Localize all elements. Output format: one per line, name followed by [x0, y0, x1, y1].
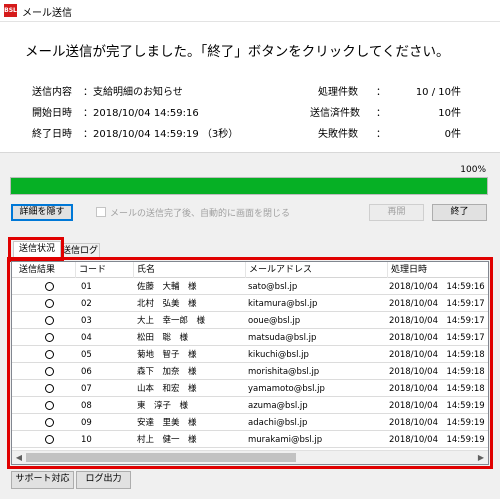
hide-details-button[interactable]: 詳細を隠す: [11, 204, 73, 221]
support-button[interactable]: サポート対応: [11, 471, 74, 489]
window-title: メール送信: [22, 8, 72, 19]
content-label: 送信内容: [32, 87, 72, 98]
failed-value: 0件: [444, 129, 461, 140]
processed-label: 処理件数: [318, 87, 358, 98]
progress-percent: 100%: [460, 165, 486, 175]
app-logo-icon: BSL: [4, 4, 17, 17]
finish-button[interactable]: 終了: [432, 204, 487, 221]
title-bar: BSL メール送信: [0, 0, 500, 22]
auto-close-checkbox[interactable]: [96, 207, 106, 217]
content-value: ：支給明細のお知らせ: [83, 87, 183, 98]
start-label: 開始日時: [32, 108, 72, 119]
end-value: ：2018/10/04 14:59:19 （3秒）: [83, 129, 239, 140]
sent-colon: ：: [376, 108, 386, 119]
end-label: 終了日時: [32, 129, 72, 140]
failed-label: 失敗件数: [318, 129, 358, 140]
processed-value: 10 / 10件: [415, 87, 461, 98]
progress-bar: [10, 177, 488, 195]
sent-value: 10件: [438, 108, 461, 119]
auto-close-label: メールの送信完了後、自動的に画面を閉じる: [110, 208, 291, 219]
summary-panel: メール送信が完了しました。「終了」ボタンをクリックしてください。 送信内容 ：支…: [0, 22, 500, 152]
sent-label: 送信済件数: [310, 108, 360, 119]
processed-colon: ：: [376, 87, 386, 98]
resume-button[interactable]: 再開: [369, 204, 424, 221]
failed-colon: ：: [376, 129, 386, 140]
start-value: ：2018/10/04 14:59:16: [83, 108, 199, 119]
completion-message: メール送信が完了しました。「終了」ボタンをクリックしてください。: [25, 44, 450, 60]
table-highlight-box: [7, 257, 493, 469]
log-output-button[interactable]: ログ出力: [76, 471, 131, 489]
progress-fill: [11, 178, 487, 194]
auto-close-option[interactable]: メールの送信完了後、自動的に画面を閉じる: [96, 205, 290, 219]
details-panel: 100% 詳細を隠す メールの送信完了後、自動的に画面を閉じる 再開 終了 送信…: [0, 152, 500, 499]
